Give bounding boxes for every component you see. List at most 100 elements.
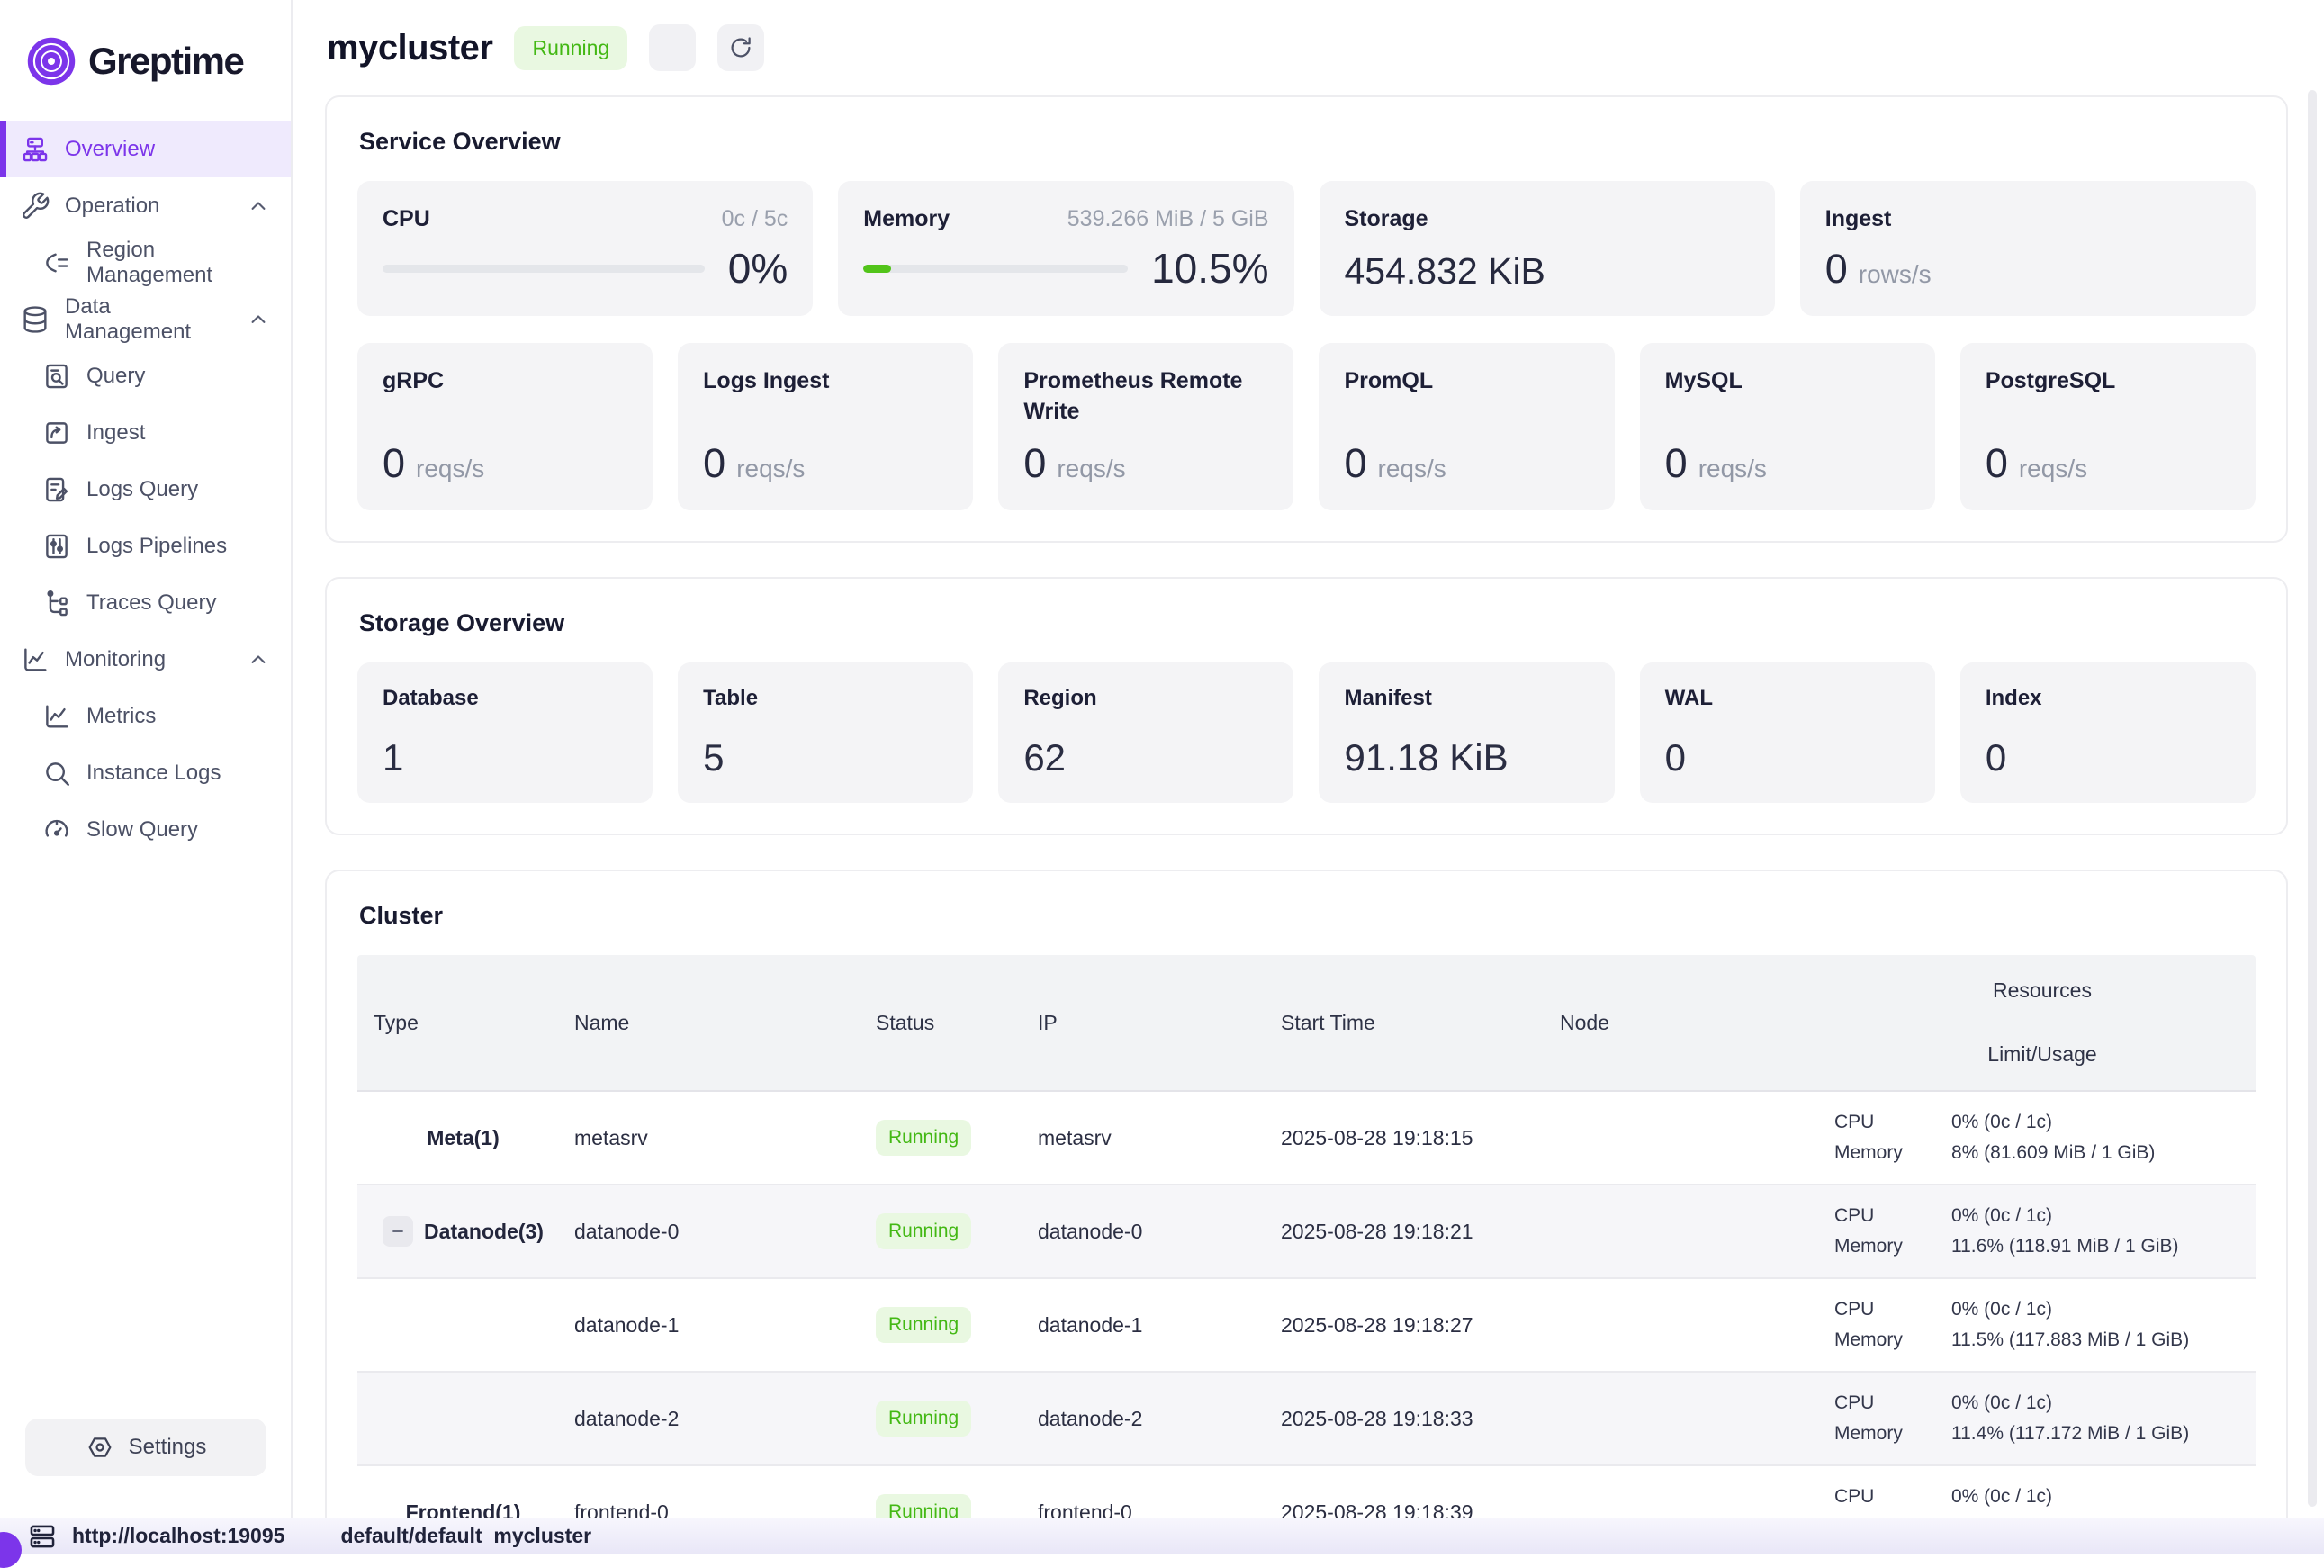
refresh-button[interactable]	[717, 24, 764, 71]
row-type-label: Datanode(3)	[424, 1220, 544, 1244]
memory-label: Memory	[1834, 1236, 1951, 1257]
grpc-card-title: gRPC	[383, 366, 627, 397]
memory-usage: 11.5% (117.883 MiB / 1 GiB)	[1951, 1329, 2256, 1351]
table-row-datanode-2: datanode-2 Running datanode-2 2025-08-28…	[357, 1373, 2256, 1466]
sidebar-item-label: Query	[86, 364, 145, 389]
vertical-scrollbar[interactable]	[2308, 90, 2317, 1507]
row-name: datanode-1	[569, 1313, 870, 1338]
storage-overview-panel: Storage Overview Database 1 Table 5 Regi…	[325, 577, 2288, 835]
region-stat-label: Region	[1023, 686, 1268, 711]
sidebar-item-ingest[interactable]: Ingest	[0, 404, 291, 461]
memory-usage: 11.4% (117.172 MiB / 1 GiB)	[1951, 1423, 2256, 1445]
sidebar-item-monitoring[interactable]: Monitoring	[0, 631, 291, 688]
sidebar-item-metrics[interactable]: Metrics	[0, 688, 291, 744]
promql-unit: reqs/s	[1378, 455, 1446, 483]
logs-ingest-card-title: Logs Ingest	[703, 366, 948, 397]
app-body: Greptime Overview	[0, 0, 2324, 1518]
sidebar-item-label: Logs Query	[86, 477, 198, 502]
table-stat-label: Table	[703, 686, 948, 711]
index-stat-card: Index 0	[1960, 662, 2256, 803]
row-resources: CPU0% (0c / 1c) Memory11.5% (117.883 MiB…	[1829, 1284, 2256, 1365]
settings-button[interactable]: Settings	[25, 1419, 266, 1476]
sidebar-item-logs-query[interactable]: Logs Query	[0, 461, 291, 518]
row-ip: frontend-0	[1032, 1500, 1275, 1518]
sidebar-item-logs-pipelines[interactable]: Logs Pipelines	[0, 518, 291, 574]
sidebar-item-operation[interactable]: Operation	[0, 177, 291, 234]
region-stat-card: Region 62	[998, 662, 1293, 803]
sliders-icon	[41, 531, 72, 562]
mysql-value: 0	[1665, 440, 1688, 487]
row-type-label: Frontend(1)	[406, 1500, 521, 1518]
sidebar-spacer	[0, 858, 291, 1419]
collapse-datanode-button[interactable]	[383, 1216, 413, 1247]
database-stat-card: Database 1	[357, 662, 653, 803]
logs-query-icon	[41, 474, 72, 505]
brand-logo[interactable]: Greptime	[0, 0, 291, 101]
settings-button-label: Settings	[129, 1435, 207, 1460]
chevron-up-icon[interactable]	[246, 647, 271, 672]
sidebar-item-data-management[interactable]: Data Management	[0, 291, 291, 347]
sidebar-item-traces-query[interactable]: Traces Query	[0, 574, 291, 631]
brand-name: Greptime	[88, 40, 243, 83]
cluster-table-header: Type Name Status IP Start Time Node Reso…	[357, 955, 2256, 1092]
cpu-usage: 0% (0c / 1c)	[1951, 1392, 2256, 1414]
row-resources: CPU0% (0c / 1c) Memory11.4% (117.172 MiB…	[1829, 1378, 2256, 1459]
row-status-badge: Running	[876, 1401, 971, 1437]
row-start-time: 2025-08-28 19:18:33	[1275, 1407, 1554, 1431]
server-icon	[27, 1521, 72, 1552]
sidebar-item-label: Overview	[65, 137, 155, 162]
column-header-start-time: Start Time	[1275, 1011, 1554, 1035]
column-header-name: Name	[569, 1011, 870, 1035]
cluster-action-button[interactable]	[649, 24, 696, 71]
table-stat-value: 5	[703, 736, 948, 779]
sidebar-item-overview[interactable]: Overview	[0, 121, 291, 177]
chevron-up-icon[interactable]	[246, 194, 271, 219]
region-management-icon	[41, 248, 72, 278]
storage-overview-title: Storage Overview	[359, 609, 2256, 637]
mysql-card: MySQL 0 reqs/s	[1640, 343, 1935, 510]
protocol-cards: gRPC 0 reqs/s Logs Ingest 0 reqs/s Prometh…	[357, 343, 2256, 510]
cpu-label: CPU	[1834, 1392, 1951, 1414]
chart-icon	[20, 644, 50, 675]
sidebar: Greptime Overview	[0, 0, 293, 1518]
mysql-card-title: MySQL	[1665, 366, 1910, 397]
memory-label: Memory	[1834, 1423, 1951, 1445]
row-name: metasrv	[569, 1126, 870, 1150]
status-bar: http://localhost:19095 default/default_m…	[0, 1518, 2324, 1554]
memory-limit: 539.266 MiB / 5 GiB	[1067, 206, 1269, 232]
current-database: default/default_mycluster	[340, 1524, 591, 1548]
cpu-label: CPU	[1834, 1299, 1951, 1320]
sidebar-item-region-management[interactable]: Region Management	[0, 234, 291, 291]
cluster-status-badge: Running	[514, 26, 627, 70]
table-row-frontend-0: Frontend(1) frontend-0 Running frontend-…	[357, 1466, 2256, 1518]
ingest-icon	[41, 418, 72, 448]
index-stat-value: 0	[1986, 736, 2230, 779]
row-start-time: 2025-08-28 19:18:15	[1275, 1126, 1554, 1150]
row-type-label: Meta(1)	[427, 1126, 500, 1150]
row-ip: datanode-2	[1032, 1407, 1275, 1431]
chart-icon	[41, 701, 72, 732]
sidebar-item-label: Instance Logs	[86, 761, 221, 786]
wal-stat-label: WAL	[1665, 686, 1910, 711]
memory-usage: 11.6% (118.91 MiB / 1 GiB)	[1951, 1236, 2256, 1257]
row-ip: datanode-1	[1032, 1313, 1275, 1338]
service-overview-title: Service Overview	[359, 128, 2256, 156]
storage-value: 454.832 KiB	[1345, 250, 1750, 293]
database-stat-label: Database	[383, 686, 627, 711]
row-name: frontend-0	[569, 1500, 870, 1518]
ingest-card: Ingest 0 rows/s	[1800, 181, 2256, 316]
sidebar-item-instance-logs[interactable]: Instance Logs	[0, 744, 291, 801]
postgresql-card-title: PostgreSQL	[1986, 366, 2230, 397]
memory-label: Memory	[1834, 1329, 1951, 1351]
mysql-unit: reqs/s	[1698, 455, 1767, 483]
sidebar-item-query[interactable]: Query	[0, 347, 291, 404]
service-metric-cards: CPU 0c / 5c 0% Memory 539.266 MiB / 5 Gi…	[357, 181, 2256, 316]
wal-stat-card: WAL 0	[1640, 662, 1935, 803]
prometheus-remote-write-card: Prometheus Remote Write 0reqs/s	[998, 343, 1293, 510]
chevron-up-icon[interactable]	[246, 307, 271, 332]
column-header-resources: Resources Limit/Usage	[1829, 955, 2256, 1090]
page-header: mycluster Running	[325, 0, 2288, 95]
prometheus-remote-write-value: 0	[1023, 440, 1046, 487]
sidebar-item-slow-query[interactable]: Slow Query	[0, 801, 291, 858]
row-status-badge: Running	[876, 1120, 971, 1156]
